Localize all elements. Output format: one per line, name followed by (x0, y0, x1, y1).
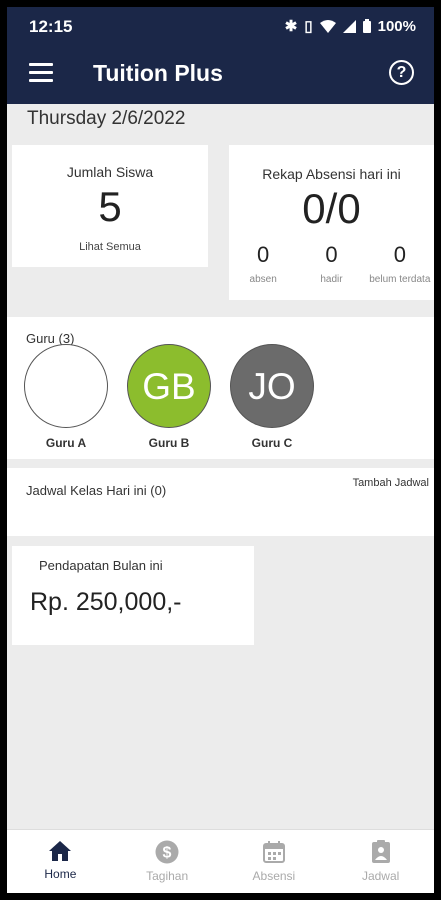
guru-name: Guru A (45, 436, 87, 450)
nav-label: Tagihan (146, 869, 189, 883)
signal-icon (342, 19, 356, 33)
nav-label: Jadwal (361, 869, 400, 883)
tambah-jadwal-button[interactable]: Tambah Jadwal (353, 477, 429, 489)
jadwal-section-label: Jadwal Kelas Hari ini (0) (26, 483, 167, 498)
guru-name: Guru B (148, 436, 190, 450)
nav-jadwal[interactable]: Jadwal (327, 830, 434, 893)
pendapatan-amount: Rp. 250,000,- (30, 588, 182, 616)
bluetooth-icon: ✱ (284, 18, 298, 35)
stat-absen: 0 absen (229, 242, 297, 285)
stat-value: 0 (325, 242, 338, 267)
guru-item[interactable]: JO Guru C (227, 344, 317, 450)
stat-belum-terdata: 0 belum terdata (366, 242, 434, 285)
jumlah-siswa-count: 5 (98, 183, 122, 230)
rekap-stats: 0 absen 0 hadir 0 belum terdata (229, 242, 434, 285)
menu-icon[interactable] (29, 63, 53, 83)
jumlah-siswa-card: Jumlah Siswa 5 Lihat Semua (12, 145, 208, 267)
rekap-absensi-label: Rekap Absensi hari ini (262, 166, 401, 182)
vibrate-icon: ▯ (304, 18, 313, 35)
rekap-absensi-card: Rekap Absensi hari ini 0/0 0 absen 0 had… (229, 145, 434, 300)
stat-label: absen (249, 274, 277, 285)
lihat-semua-link[interactable]: Lihat Semua (12, 241, 208, 253)
app-title: Tuition Plus (93, 60, 223, 86)
app-bar: Tuition Plus ? (7, 44, 434, 104)
jumlah-siswa-label: Jumlah Siswa (66, 164, 154, 180)
status-time: 12:15 (29, 17, 73, 36)
guru-avatar: JO (230, 344, 314, 428)
help-icon[interactable]: ? (389, 60, 414, 85)
guru-avatar (24, 344, 108, 428)
status-icons: ✱ ▯ 100% (284, 17, 416, 36)
stat-value: 0 (393, 242, 406, 267)
stat-label: hadir (320, 274, 343, 285)
guru-name: Guru C (251, 436, 293, 450)
battery-percent: 100% (377, 17, 416, 35)
jadwal-section: Jadwal Kelas Hari ini (0) Tambah Jadwal (7, 468, 434, 536)
nav-absensi[interactable]: Absensi (221, 830, 328, 893)
phone-screen: 12:15 ✱ ▯ 100% Tuition Plus ? Thursday 2… (7, 7, 434, 893)
wifi-icon (319, 19, 336, 33)
current-date: Thursday 2/6/2022 (27, 108, 186, 129)
svg-text:$: $ (163, 845, 172, 862)
guru-section: Guru (3) Guru A GB Guru B JO Guru C (7, 317, 434, 459)
status-bar: 12:15 ✱ ▯ 100% (7, 7, 434, 44)
schedule-icon (371, 840, 390, 863)
dollar-icon: $ (155, 840, 179, 864)
pendapatan-card: Pendapatan Bulan ini Rp. 250,000,- (12, 546, 254, 645)
battery-icon (362, 19, 371, 33)
stat-hadir: 0 hadir (297, 242, 365, 285)
nav-home[interactable]: Home (7, 830, 114, 893)
stat-label: belum terdata (369, 274, 431, 285)
guru-item[interactable]: GB Guru B (124, 344, 214, 450)
rekap-absensi-value: 0/0 (302, 185, 361, 232)
guru-item[interactable]: Guru A (21, 344, 111, 450)
guru-avatar: GB (127, 344, 211, 428)
calendar-icon (262, 841, 285, 863)
nav-tagihan[interactable]: $ Tagihan (114, 830, 221, 893)
stat-value: 0 (257, 242, 270, 267)
nav-label: Home (44, 867, 77, 881)
home-icon (49, 841, 72, 861)
pendapatan-label: Pendapatan Bulan ini (39, 558, 163, 573)
bottom-nav: Home $ Tagihan Absensi Jadwal (7, 829, 434, 893)
nav-label: Absensi (252, 869, 296, 883)
